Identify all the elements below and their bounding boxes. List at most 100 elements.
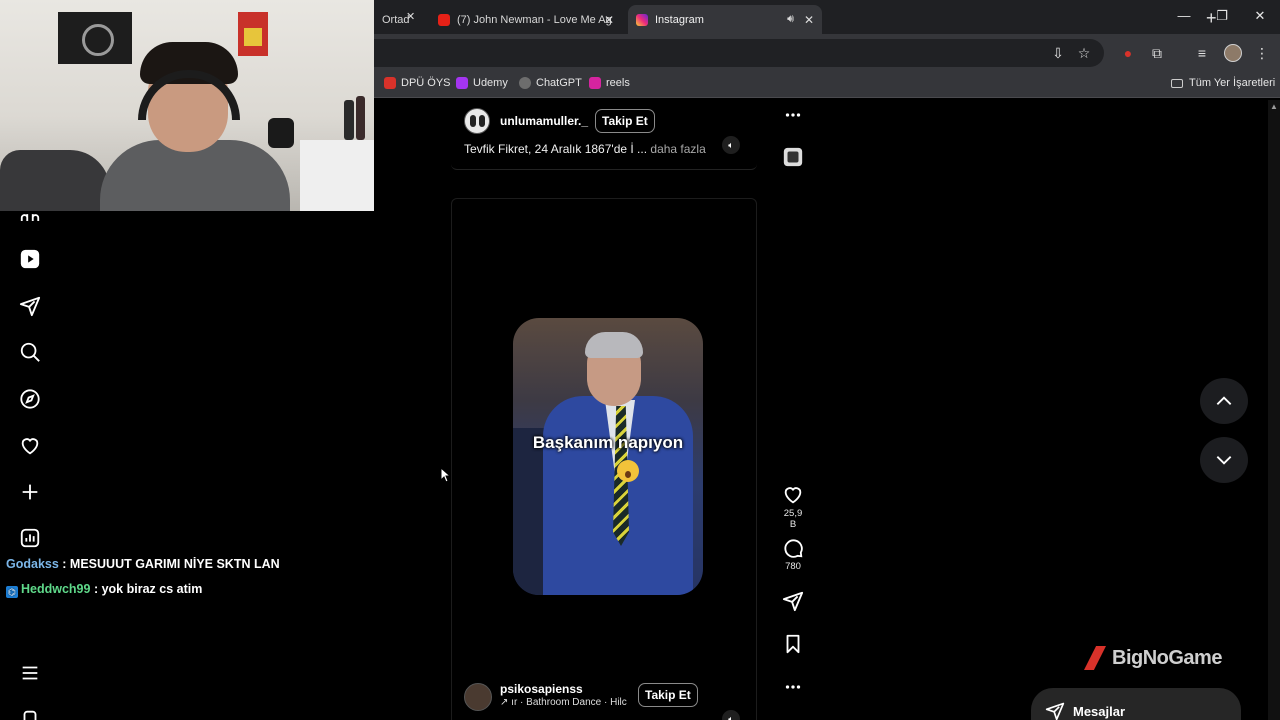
chat-username: Godakss — [6, 557, 59, 571]
explore-compass-icon[interactable] — [19, 388, 41, 410]
bookmark-udemy[interactable]: Udemy — [456, 77, 508, 89]
bookmark-label: DPÜ ÖYS — [401, 77, 451, 89]
dpu-icon — [384, 77, 396, 89]
address-bar-row: ⇩ ☆ ● ⧉ ≡ ⋮ — [374, 34, 1280, 71]
wall-sign — [238, 12, 268, 56]
messages-icon[interactable] — [19, 295, 41, 317]
heart-icon[interactable] — [19, 435, 41, 457]
reel-audio-info[interactable]: ↗ ır · Bathroom Dance · Hilc — [500, 697, 627, 708]
stream-watermark: BigNoGame — [1084, 646, 1222, 670]
close-icon[interactable]: ✕ — [406, 10, 415, 23]
all-bookmarks[interactable]: Tüm Yer İşaretleri — [1171, 77, 1275, 89]
messages-label: Mesajlar — [1073, 704, 1126, 719]
tab-instagram[interactable]: Instagram 🔊︎ ✕ — [628, 5, 822, 34]
bookmark-reels[interactable]: reels — [589, 77, 630, 89]
create-plus-icon[interactable] — [19, 481, 41, 503]
more-menu-icon[interactable] — [19, 662, 41, 684]
chat-message: : MESUUUT GARIMI NİYE SKTN LAN — [62, 557, 280, 571]
extensions-puzzle-icon[interactable]: ⧉ — [1149, 45, 1165, 61]
chatgpt-icon — [519, 77, 531, 89]
messages-drawer[interactable]: Mesajlar — [1031, 688, 1241, 720]
bookmark-dpu-oys[interactable]: DPÜ ÖYS — [384, 77, 451, 89]
next-reel-button[interactable] — [1200, 437, 1248, 483]
bookmark-chatgpt[interactable]: ChatGPT — [519, 77, 582, 89]
send-icon — [1045, 702, 1065, 720]
heart-icon — [784, 487, 802, 504]
reel-video[interactable]: Başkanım napıyon — [513, 318, 703, 595]
page-scrollbar[interactable]: ▲ — [1268, 100, 1280, 720]
browser-tab-strip: Ortad ✕ (7) John Newman - Love Me Ag ✕ I… — [374, 0, 1280, 34]
bookmark-icon — [786, 634, 800, 654]
bottle — [344, 100, 354, 140]
bookmark-star-icon[interactable]: ☆ — [1076, 45, 1092, 61]
dashboard-icon[interactable] — [19, 527, 41, 549]
audio-toggle-icon[interactable]: 🔈︎ — [722, 136, 740, 154]
more-options-icon[interactable] — [780, 676, 806, 698]
youtube-icon — [438, 13, 450, 26]
chat-username: Heddwch99 — [21, 582, 91, 596]
comment-button[interactable]: 780 — [780, 537, 806, 572]
chat-line: ⌬ Heddwch99 : yok biraz cs atim — [6, 582, 202, 598]
media-control-icon[interactable]: ≡ — [1194, 45, 1210, 61]
omnibox[interactable] — [374, 39, 1104, 67]
extension-red-icon[interactable]: ● — [1120, 45, 1136, 61]
save-button[interactable] — [780, 633, 806, 655]
follow-button[interactable]: Takip Et — [638, 683, 698, 707]
more-link[interactable]: daha fazla — [650, 142, 705, 156]
tab-youtube[interactable]: (7) John Newman - Love Me Ag ✕ — [430, 5, 622, 34]
wall-poster — [58, 12, 132, 64]
audio-thumbnail-icon[interactable] — [780, 146, 806, 168]
reels-icon[interactable] — [19, 248, 41, 270]
udemy-icon — [456, 77, 468, 89]
video-hair — [585, 332, 643, 358]
tab-ortad[interactable]: Ortad — [374, 5, 424, 34]
install-app-icon[interactable]: ⇩ — [1050, 45, 1066, 61]
restore-button[interactable]: ❐ — [1212, 8, 1232, 24]
share-button[interactable] — [780, 590, 806, 612]
instagram-icon — [636, 13, 648, 26]
menu-kebab-icon[interactable]: ⋮ — [1254, 45, 1270, 61]
music-arrow-icon: ↗ — [500, 697, 512, 708]
more-options-icon[interactable] — [780, 104, 806, 126]
like-button[interactable]: 25,9 B — [780, 484, 806, 530]
webcam-overlay — [0, 0, 374, 211]
search-icon[interactable] — [19, 341, 41, 363]
reel-caption: Tevfik Fikret, 24 Aralık 1867'de İ ... d… — [464, 142, 706, 156]
avatar[interactable] — [464, 108, 490, 134]
video-overlay-text: Başkanım napıyon — [532, 433, 684, 452]
watermark-logo-icon — [1084, 646, 1106, 670]
scroll-up-arrow-icon[interactable]: ▲ — [1270, 102, 1278, 111]
follow-button[interactable]: Takip Et — [595, 109, 655, 133]
chevron-up-icon — [1216, 396, 1232, 405]
kettle — [268, 118, 294, 148]
window-close-button[interactable]: ✕ — [1250, 8, 1270, 24]
bookmark-label: reels — [606, 77, 630, 89]
bookmarks-bar: DPÜ ÖYS Udemy ChatGPT reels Tüm Yer İşar… — [374, 71, 1280, 98]
comment-icon — [784, 539, 803, 558]
reel-username[interactable]: psikosapienss — [500, 682, 583, 696]
chevron-down-icon — [1216, 456, 1232, 465]
close-icon[interactable]: ✕ — [604, 13, 614, 27]
profile-avatar[interactable] — [1224, 44, 1242, 62]
also-from-meta-icon[interactable] — [19, 708, 41, 720]
like-count: 25,9 B — [783, 508, 803, 530]
audio-text: ır · Bathroom Dance · Hilc — [511, 697, 627, 708]
bookmark-label: ChatGPT — [536, 77, 582, 89]
comment-count: 780 — [785, 561, 801, 572]
folder-icon — [1171, 78, 1183, 88]
caption-text: Tevfik Fikret, 24 Aralık 1867'de İ ... — [464, 142, 648, 156]
avatar[interactable] — [464, 683, 492, 711]
shelf — [300, 140, 374, 211]
tab-label: (7) John Newman - Love Me Ag — [457, 13, 612, 26]
speaker-icon[interactable]: 🔊︎ — [787, 13, 794, 26]
chat-message: : yok biraz cs atim — [93, 582, 203, 596]
minimize-button[interactable]: — — [1174, 8, 1194, 23]
share-icon — [782, 591, 804, 612]
previous-reel-button[interactable] — [1200, 378, 1248, 424]
watermark-text: BigNoGame — [1112, 646, 1222, 669]
close-icon[interactable]: ✕ — [804, 13, 814, 27]
tab-label: Instagram — [655, 13, 704, 26]
instagram-icon — [589, 77, 601, 89]
threads-icon[interactable] — [19, 205, 41, 221]
reel-username[interactable]: unlumamuller._ — [500, 114, 588, 128]
